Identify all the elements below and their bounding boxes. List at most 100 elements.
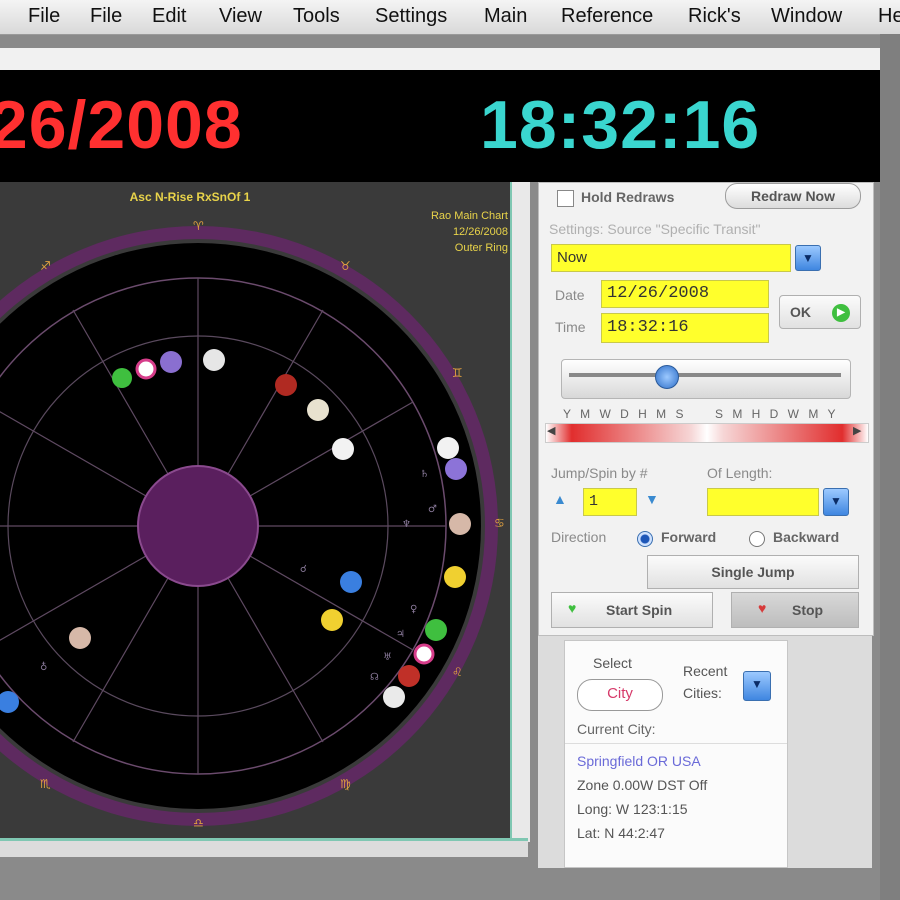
time-input[interactable]: 18:32:16 — [601, 313, 769, 343]
date-input[interactable]: 12/26/2008 — [601, 280, 769, 308]
control-panel: Hold Redraws Redraw Now Settings: Source… — [538, 182, 874, 636]
jump-increment-icon[interactable]: ▲ — [553, 491, 567, 507]
svg-text:♃: ♃ — [396, 629, 405, 640]
length-select[interactable] — [707, 488, 819, 516]
chart-info-title: Rao Main Chart — [430, 210, 508, 222]
menu-file-apple[interactable]: File — [28, 5, 60, 28]
menu-file[interactable]: File — [90, 5, 122, 28]
of-length-label: Of Length: — [707, 465, 773, 481]
cities-label: Cities: — [683, 685, 722, 701]
menu-ricks[interactable]: Rick's — [688, 5, 741, 28]
start-spin-icon: ♥ — [568, 600, 577, 616]
slider-thumb[interactable] — [655, 365, 679, 389]
stop-label: Stop — [792, 602, 824, 618]
backward-label: Backward — [773, 529, 840, 545]
astrology-wheel[interactable]: ♈ ♉ ♊ ♋ ♌ ♍ ♎ ♏ ♐ ♄♆♂ ☌♀♃ ♅☊♁ — [0, 182, 510, 838]
current-city-label: Current City: — [577, 721, 656, 737]
planet-marker[interactable] — [425, 619, 447, 641]
start-spin-label: Start Spin — [606, 602, 673, 618]
jump-decrement-icon[interactable]: ▼ — [645, 491, 659, 507]
chart-scrollbar-bottom[interactable] — [0, 838, 528, 857]
menu-help[interactable]: He — [878, 5, 900, 28]
direction-label: Direction — [551, 529, 607, 545]
chart-scrollbar-right[interactable] — [510, 182, 530, 842]
planet-marker[interactable] — [413, 643, 435, 665]
redraw-now-button[interactable]: Redraw Now — [725, 183, 861, 209]
menu-tools[interactable]: Tools — [293, 5, 340, 28]
planet-marker[interactable] — [307, 399, 329, 421]
planet-marker[interactable] — [445, 458, 467, 480]
svg-text:♆: ♆ — [402, 519, 411, 530]
svg-text:♎: ♎ — [193, 816, 204, 830]
chart-info-ring: Outer Ring — [454, 242, 508, 254]
menu-window[interactable]: Window — [771, 5, 842, 28]
planet-marker[interactable] — [332, 438, 354, 460]
recent-label: Recent — [683, 663, 728, 679]
source-dropdown-arrow-icon[interactable]: ▼ — [795, 245, 821, 271]
menu-edit[interactable]: Edit — [152, 5, 186, 28]
chart-panel: ♈ ♉ ♊ ♋ ♌ ♍ ♎ ♏ ♐ ♄ ♆ ♂ ☌ ♀ ♃ ♅ ☊ ♁ Asc … — [0, 182, 510, 838]
svg-text:♏: ♏ — [40, 777, 51, 791]
svg-text:♂: ♂ — [428, 504, 437, 515]
planet-marker[interactable] — [444, 566, 466, 588]
speed-gradient-bar[interactable] — [545, 423, 869, 443]
stop-button[interactable]: ♥ Stop — [731, 592, 859, 628]
settings-source-label: Settings: Source "Specific Transit" — [549, 221, 761, 237]
speed-left-arrow-icon[interactable]: ◀ — [547, 424, 555, 437]
svg-text:☊: ☊ — [370, 672, 379, 683]
chart-header: Asc N-Rise RxSnOf 1 — [129, 190, 251, 204]
speed-right-arrow-icon[interactable]: ▶ — [853, 424, 861, 437]
planet-marker[interactable] — [112, 368, 132, 388]
menu-main[interactable]: Main — [484, 5, 527, 28]
planet-marker[interactable] — [275, 374, 297, 396]
planet-marker[interactable] — [160, 351, 182, 373]
chart-info-date: 12/26/2008 — [452, 226, 508, 238]
menu-reference[interactable]: Reference — [561, 5, 653, 28]
svg-text:☌: ☌ — [300, 564, 307, 575]
svg-text:♌: ♌ — [452, 665, 463, 679]
start-spin-button[interactable]: ♥ Start Spin — [551, 592, 713, 628]
backward-radio[interactable] — [749, 531, 765, 547]
planet-marker[interactable] — [135, 358, 157, 380]
city-panel: Select City Recent Cities: ▼ Current Cit… — [538, 636, 872, 868]
svg-text:♅: ♅ — [383, 652, 392, 663]
ok-button[interactable]: OK ▶ — [779, 295, 861, 329]
time-scale-slider-track[interactable] — [561, 359, 851, 399]
svg-text:♄: ♄ — [420, 469, 429, 480]
desktop-background — [880, 34, 900, 900]
planet-marker[interactable] — [449, 513, 471, 535]
planet-marker[interactable] — [437, 437, 459, 459]
svg-text:♁: ♁ — [40, 661, 47, 673]
city-button[interactable]: City — [577, 679, 663, 711]
svg-text:♀: ♀ — [410, 604, 417, 615]
planet-marker[interactable] — [383, 686, 405, 708]
svg-text:♋: ♋ — [494, 516, 505, 530]
svg-text:♊: ♊ — [452, 366, 463, 380]
svg-text:♍: ♍ — [340, 777, 351, 791]
menu-settings[interactable]: Settings — [375, 5, 447, 28]
ok-button-label: OK — [790, 304, 811, 320]
scale-left-labels: Y M W D H M S — [563, 407, 687, 421]
clock-date: /26/2008 — [0, 87, 243, 163]
recent-cities-dropdown-icon[interactable]: ▼ — [743, 671, 771, 701]
svg-text:♉: ♉ — [340, 259, 351, 273]
jump-spin-label: Jump/Spin by # — [551, 465, 648, 481]
planet-marker[interactable] — [398, 665, 420, 687]
date-label: Date — [555, 287, 585, 303]
forward-radio[interactable] — [637, 531, 653, 547]
city-divider — [565, 743, 787, 744]
hold-redraws-label: Hold Redraws — [581, 189, 675, 205]
forward-label: Forward — [661, 529, 717, 545]
planet-marker[interactable] — [340, 571, 362, 593]
source-select[interactable]: Now — [551, 244, 791, 272]
city-latitude: Lat: N 44:2:47 — [577, 825, 665, 841]
planet-marker[interactable] — [203, 349, 225, 371]
jump-count-input[interactable]: 1 — [583, 488, 637, 516]
stop-icon: ♥ — [758, 600, 767, 616]
planet-marker[interactable] — [321, 609, 343, 631]
hold-redraws-checkbox[interactable] — [557, 190, 574, 207]
length-dropdown-arrow-icon[interactable]: ▼ — [823, 488, 849, 516]
single-jump-button[interactable]: Single Jump — [647, 555, 859, 589]
menu-view[interactable]: View — [219, 5, 262, 28]
planet-marker[interactable] — [69, 627, 91, 649]
